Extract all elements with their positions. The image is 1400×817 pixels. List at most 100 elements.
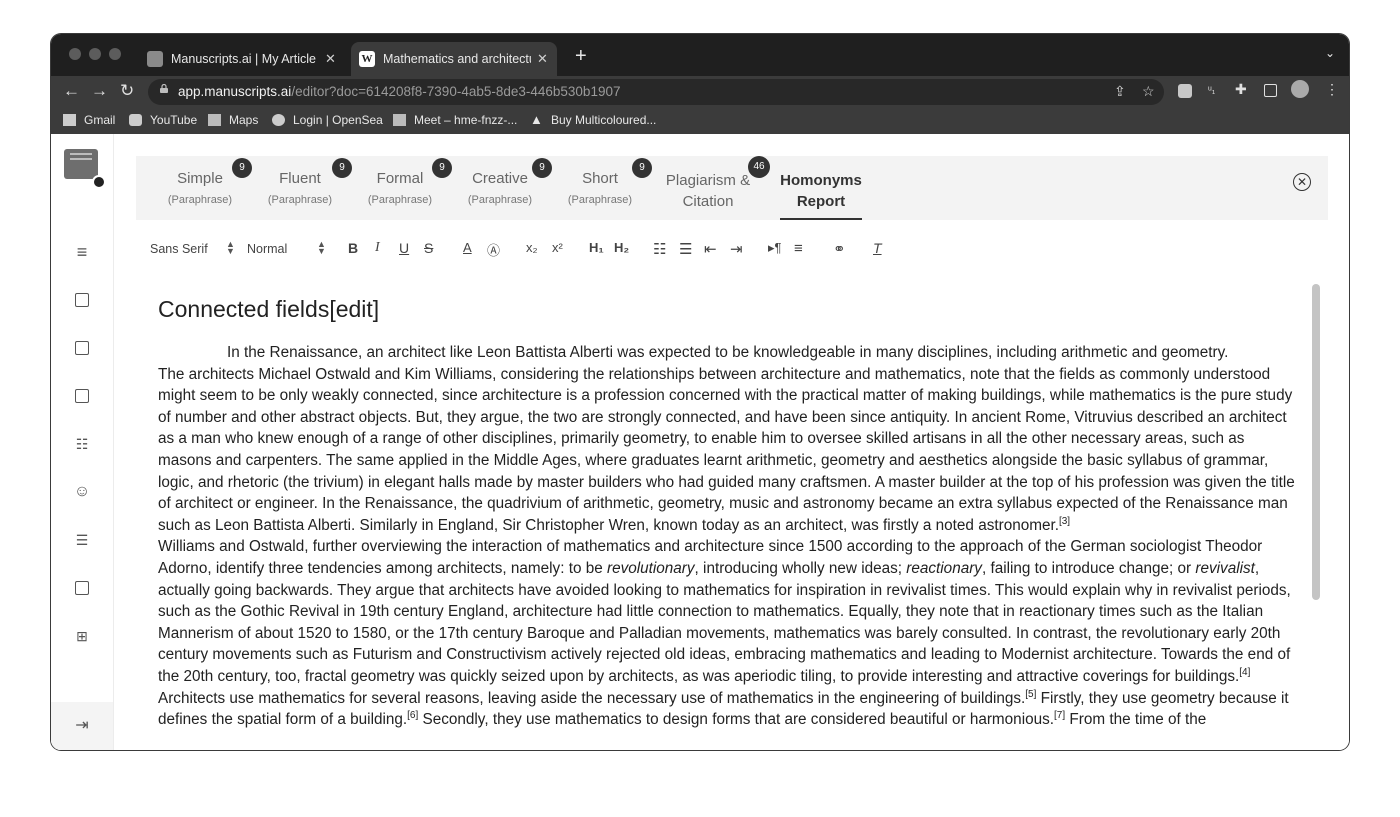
indent-icon[interactable]: ⇥ (730, 240, 743, 258)
zoom-window-dot[interactable] (109, 48, 121, 60)
table-icon[interactable]: ☰ (73, 531, 91, 549)
superscript-icon[interactable]: x² (552, 240, 563, 255)
tab-label: Manuscripts.ai | My Article for (171, 52, 319, 66)
bookmark-star-icon[interactable]: ☆ (1142, 83, 1155, 100)
forward-arrow-icon[interactable]: → (91, 81, 108, 101)
new-tab-plus-icon[interactable]: + (575, 45, 587, 68)
tab-fluent[interactable]: Fluent (Paraphrase) 9 (250, 156, 352, 220)
mode-name: Plagiarism & Citation (665, 172, 751, 210)
tab-search-chevron-icon[interactable]: ⌄ (1325, 46, 1335, 60)
app-logo[interactable] (64, 149, 106, 189)
citation-ref[interactable]: [6] (407, 710, 418, 721)
mode-name: Homonyms Report (780, 172, 862, 210)
side-panel-icon[interactable] (1264, 84, 1277, 97)
bold-icon[interactable]: B (348, 240, 358, 256)
extensions-puzzle-icon[interactable]: ✚ (1235, 81, 1247, 98)
document-editor[interactable]: Connected fields[edit] In the Renaissanc… (136, 278, 1296, 750)
citation-ref[interactable]: [3] (1059, 516, 1070, 527)
subscript-icon[interactable]: x₂ (526, 240, 538, 255)
link-icon[interactable]: ⚭ (833, 240, 846, 258)
url-omnibox[interactable]: app.manuscripts.ai/editor?doc=614208f8-7… (148, 79, 1164, 105)
align-icon[interactable]: ≡ (794, 240, 803, 257)
paragraph-text: Secondly, they use mathematics to design… (418, 711, 1055, 729)
bookmark-label: Login | OpenSea (293, 113, 383, 127)
browser-menu-icon[interactable]: ⋮ (1325, 81, 1339, 98)
formatting-toolbar: Sans Serif ▲ ▼ Normal ▲ ▼ B I U S A Ⓐ x₂ x… (136, 220, 1328, 278)
italic-term: revivalist (1195, 559, 1255, 577)
citation-ref[interactable]: [7] (1054, 710, 1065, 721)
tab-formal[interactable]: Formal (Paraphrase) 9 (350, 156, 452, 220)
italic-icon[interactable]: I (375, 240, 380, 256)
mode-subtitle: (Paraphrase) (367, 194, 433, 206)
back-arrow-icon[interactable]: ← (63, 81, 80, 101)
tab-simple[interactable]: Simple (Paraphrase) 9 (150, 156, 252, 220)
minimize-window-dot[interactable] (89, 48, 101, 60)
count-badge: 9 (332, 158, 352, 178)
apps-grid-icon[interactable]: ⊞ (73, 627, 91, 645)
text-direction-icon[interactable]: ▸¶ (768, 240, 782, 256)
close-window-dot[interactable] (69, 48, 81, 60)
tab-close-icon[interactable]: ✕ (537, 51, 548, 67)
ordered-list-icon[interactable]: ☷ (653, 240, 666, 258)
reload-icon[interactable]: ↻ (120, 81, 134, 101)
bookmark-opensea[interactable]: Login | OpenSea (272, 113, 383, 127)
left-sidebar: ≡ ☷ ☺ ☰ ⊞ ⇥ (51, 134, 114, 750)
tab-plagiarism-citation[interactable]: Plagiarism & Citation 46 (658, 156, 770, 220)
search-doc-icon[interactable] (73, 387, 91, 405)
underline-icon[interactable]: U (399, 240, 409, 256)
bookmark-maps[interactable]: Maps (208, 113, 258, 127)
heading2-icon[interactable]: H₂ (614, 240, 629, 255)
meet-icon (393, 114, 406, 126)
citation-ref[interactable]: [4] (1239, 667, 1250, 678)
tab-close-icon[interactable]: ✕ (325, 51, 336, 67)
extension-badge-icon[interactable]: ᵘ₁ (1208, 85, 1215, 96)
bookmark-meet[interactable]: Meet – hme-fnzz-... (393, 113, 517, 127)
paragraph: The architects Michael Ostwald and Kim W… (158, 364, 1296, 537)
checklist-icon[interactable]: ☷ (73, 435, 91, 453)
paragraph-text: , failing to introduce change; or (981, 559, 1196, 577)
documents-icon[interactable] (73, 339, 91, 357)
manuscripts-favicon-icon (147, 51, 163, 67)
tab-homonyms-report[interactable]: Homonyms Report (780, 156, 862, 225)
mode-tabs: Simple (Paraphrase) 9 Fluent (Paraphrase… (136, 156, 1328, 225)
mode-subtitle: (Paraphrase) (467, 194, 533, 206)
clipboard-icon[interactable] (73, 579, 91, 597)
text-color-icon[interactable]: A (463, 240, 472, 255)
close-icon[interactable]: ✕ (1293, 173, 1311, 191)
tab-short[interactable]: Short (Paraphrase) 9 (550, 156, 652, 220)
smiley-icon[interactable]: ☺ (73, 483, 91, 501)
bullet-list-icon[interactable]: ☰ (679, 240, 692, 258)
tab-mathematics-architecture[interactable]: W Mathematics and architecture ✕ (351, 42, 557, 76)
bookmark-buy[interactable]: ▲ Buy Multicoloured... (530, 113, 656, 127)
highlight-color-icon[interactable]: Ⓐ (487, 240, 500, 259)
bookmark-youtube[interactable]: YouTube (129, 113, 197, 127)
font-family-select[interactable]: Sans Serif ▲ ▼ (150, 240, 235, 257)
mode-subtitle: (Paraphrase) (267, 194, 333, 206)
select-arrows-icon: ▲ ▼ (226, 239, 235, 256)
count-badge: 46 (748, 156, 770, 178)
bookmark-gmail[interactable]: Gmail (63, 113, 115, 127)
menu-hamburger-icon[interactable]: ≡ (73, 243, 91, 261)
extension-chat-icon[interactable] (1178, 84, 1192, 98)
wikipedia-favicon-icon: W (359, 51, 375, 67)
share-icon[interactable]: ⇪ (1114, 83, 1126, 100)
outdent-icon[interactable]: ⇤ (704, 240, 717, 258)
font-size-select[interactable]: Normal ▲ ▼ (247, 240, 326, 257)
document-body: In the Renaissance, an architect like Le… (158, 342, 1296, 731)
tab-manuscripts[interactable]: Manuscripts.ai | My Article for ✕ (139, 42, 345, 76)
paragraph-text: , actually going backwards. They argue t… (158, 559, 1291, 685)
mode-subtitle: (Paraphrase) (167, 194, 233, 206)
editor-panel: Simple (Paraphrase) 9 Fluent (Paraphrase… (136, 156, 1328, 750)
logout-icon[interactable]: ⇥ (73, 717, 91, 735)
bookmark-label: Gmail (84, 113, 116, 127)
tab-creative[interactable]: Creative (Paraphrase) 9 (450, 156, 552, 220)
clear-format-icon[interactable]: T (873, 240, 882, 256)
chart-icon[interactable] (73, 291, 91, 309)
profile-avatar[interactable] (1291, 80, 1309, 98)
paragraph: Williams and Ostwald, further overviewin… (158, 536, 1296, 687)
citation-ref[interactable]: [5] (1025, 688, 1036, 699)
opensea-icon (272, 114, 285, 126)
strikethrough-icon[interactable]: S (424, 240, 433, 256)
heading1-icon[interactable]: H₁ (589, 240, 604, 255)
editor-scrollbar[interactable] (1312, 284, 1320, 600)
